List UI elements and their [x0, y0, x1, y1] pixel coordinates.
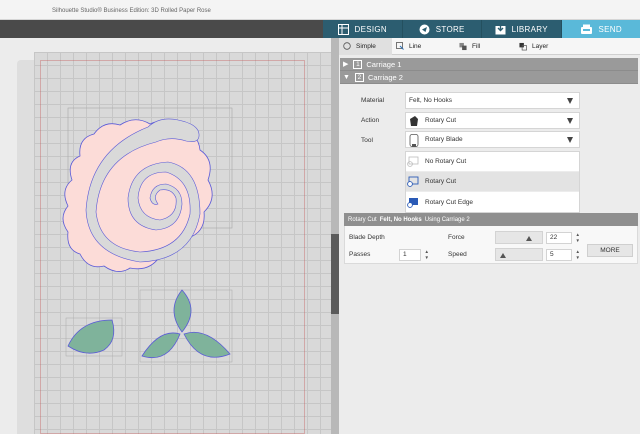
leaf-triple-shape[interactable] [139, 289, 233, 363]
tool-label: Tool [361, 137, 373, 144]
main-nav: DESIGN STORE LIBRARY SEND [323, 20, 640, 38]
cut-settings: Blade Depth Force 22 ▲ ▼ Passes 1 ▲ ▼ Spee… [344, 226, 638, 264]
send-icon [580, 24, 593, 35]
action-option-label: Rotary Cut [425, 178, 457, 185]
tab-library-label: LIBRARY [511, 24, 548, 34]
force-label: Force [448, 234, 465, 241]
carriage-1-label: Carriage 1 [366, 59, 402, 69]
no-rotary-cut-icon [407, 156, 419, 167]
rotary-cut-edge-icon [407, 197, 419, 208]
passes-label: Passes [349, 251, 371, 258]
passes-stepper[interactable]: 1 ▲ ▼ [399, 249, 429, 261]
carriage-2-label: Carriage 2 [367, 72, 403, 82]
expand-right-icon: ▶ [343, 61, 349, 68]
send-mode-tabs: Simple Line Fill Layer [339, 37, 640, 55]
mode-line-label: Line [409, 42, 422, 50]
rose-spiral-shape[interactable] [62, 118, 213, 272]
tab-send[interactable]: SEND [561, 20, 640, 38]
chevron-down-icon [567, 98, 573, 104]
material-select[interactable]: Felt, No Hooks [405, 92, 580, 109]
action-value: Rotary Cut [425, 117, 457, 124]
action-options-list: No Rotary Cut Rotary Cut Rotary Cut Edge [405, 151, 580, 213]
mode-fill-label: Fill [472, 42, 481, 50]
action-select[interactable]: Rotary Cut [405, 112, 580, 129]
force-slider[interactable] [495, 231, 543, 244]
settings-header-material: Felt, No Hooks [379, 216, 422, 223]
tab-store[interactable]: STORE [402, 20, 482, 38]
tab-design[interactable]: DESIGN [323, 20, 403, 38]
action-label: Action [361, 117, 380, 124]
expand-down-icon: ▼ [343, 73, 350, 81]
splitter-grip[interactable] [331, 234, 339, 314]
rotary-cut-icon [409, 115, 419, 127]
tool-select[interactable]: Rotary Blade [405, 131, 580, 148]
rotary-cut-option-icon [407, 176, 419, 187]
layer-mode-icon [519, 42, 527, 51]
design-grid-icon [337, 23, 349, 35]
leaf-single-shape[interactable] [65, 317, 123, 357]
speed-label: Speed [448, 251, 467, 258]
mode-fill[interactable]: Fill [455, 38, 515, 55]
material-value: Felt, No Hooks [409, 97, 452, 104]
speed-value: 5 [550, 251, 554, 258]
speed-slider[interactable] [495, 248, 543, 261]
material-label: Material [361, 97, 385, 104]
mode-simple-label: Simple [356, 42, 376, 50]
tool-value: Rotary Blade [425, 136, 463, 143]
store-icon [419, 24, 430, 35]
action-option-label: No Rotary Cut [425, 158, 467, 165]
force-value: 22 [550, 234, 558, 241]
more-button[interactable]: MORE [587, 244, 633, 257]
line-mode-icon [396, 42, 404, 50]
chevron-down-icon [567, 118, 573, 124]
force-stepper[interactable]: 22 ▲ ▼ [546, 232, 580, 244]
mode-layer[interactable]: Layer [515, 38, 575, 55]
carriage-1-number: 1 [353, 59, 363, 69]
settings-header-prefix: Rotary Cut [348, 216, 377, 223]
action-option-no-rotary-cut[interactable]: No Rotary Cut [406, 152, 579, 172]
speed-stepper[interactable]: 5 ▲ ▼ [546, 249, 580, 261]
tab-store-label: STORE [435, 24, 465, 34]
carriage-1-header[interactable]: ▶ 1 Carriage 1 [340, 58, 638, 71]
stepper-arrows-icon[interactable]: ▲ ▼ [576, 249, 580, 261]
mode-line[interactable]: Line [392, 38, 455, 55]
action-option-rotary-cut[interactable]: Rotary Cut [406, 172, 579, 192]
action-option-rotary-cut-edge[interactable]: Rotary Cut Edge [406, 192, 579, 212]
carriage-2-number: 2 [354, 72, 364, 82]
library-icon [495, 24, 506, 35]
panel-splitter[interactable] [331, 38, 339, 434]
tab-send-label: SEND [598, 24, 622, 34]
fill-mode-icon [459, 42, 467, 51]
settings-header-suffix: Using Carriage 2 [424, 216, 470, 223]
stepper-arrows-icon[interactable]: ▲ ▼ [576, 232, 580, 244]
rotary-blade-icon [409, 133, 419, 147]
passes-value: 1 [403, 251, 407, 258]
simple-mode-icon [343, 42, 351, 50]
blade-depth-label: Blade Depth [349, 234, 385, 241]
settings-header: Rotary Cut Felt, No Hooks Using Carriage… [344, 213, 638, 226]
speed-slider-knob[interactable] [500, 253, 506, 258]
artwork [62, 107, 233, 363]
tab-library[interactable]: LIBRARY [482, 20, 562, 38]
force-slider-knob[interactable] [526, 236, 532, 241]
chevron-down-icon [567, 137, 573, 143]
action-option-label: Rotary Cut Edge [425, 198, 474, 206]
tab-design-label: DESIGN [354, 24, 387, 34]
mode-layer-label: Layer [532, 42, 549, 50]
stepper-arrows-icon[interactable]: ▲ ▼ [425, 249, 429, 261]
mode-simple[interactable]: Simple [339, 37, 392, 55]
carriage-2-header[interactable]: ▼ 2 Carriage 2 [340, 71, 638, 84]
